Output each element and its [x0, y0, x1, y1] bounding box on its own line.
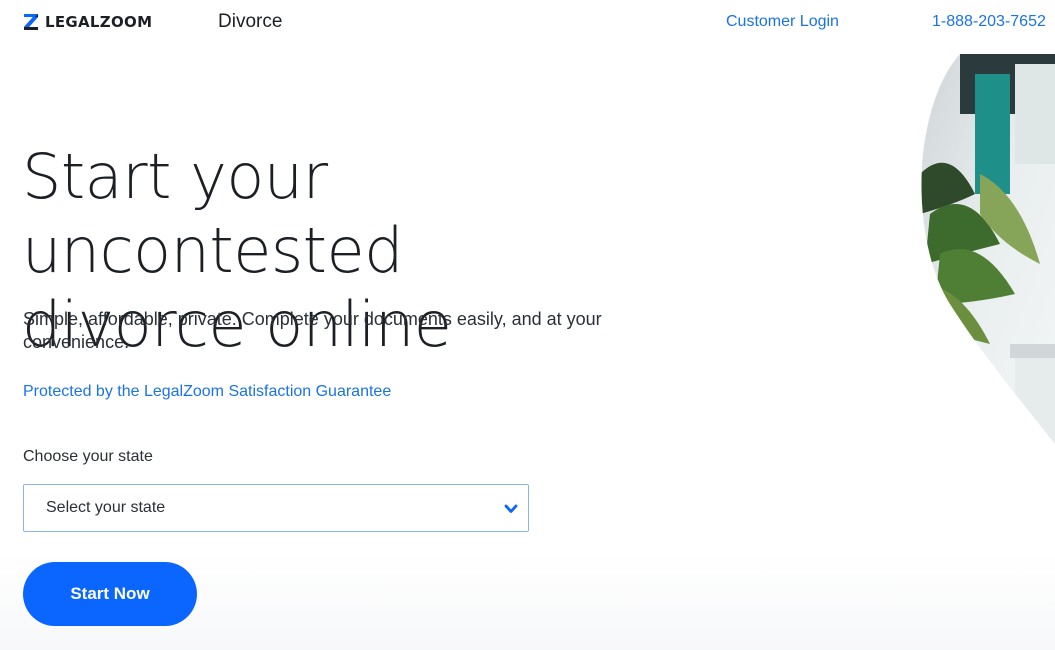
customer-login-link[interactable]: Customer Login — [726, 13, 839, 31]
start-now-button[interactable]: Start Now — [23, 562, 197, 626]
phone-link[interactable]: 1-888-203-7652 — [932, 13, 1046, 31]
legalzoom-logo[interactable]: LEGALZOOM — [23, 13, 152, 31]
chevron-down-icon — [504, 504, 518, 513]
nav-title-divorce[interactable]: Divorce — [218, 11, 282, 33]
site-header: LEGALZOOM Divorce Customer Login 1-888-2… — [0, 0, 1055, 46]
hero-subtitle: Simple, affordable, private. Complete yo… — [23, 309, 602, 352]
state-select-label: Choose your state — [23, 448, 153, 465]
page: LEGALZOOM Divorce Customer Login 1-888-2… — [0, 0, 1055, 650]
hero-photo — [921, 54, 1055, 444]
legalzoom-z-logo-icon — [24, 14, 38, 30]
headline-line-1: Start your uncontested — [22, 140, 403, 287]
state-select[interactable]: Select your state — [23, 484, 529, 532]
state-select-value: Select your state — [46, 499, 166, 516]
satisfaction-guarantee-link[interactable]: Protected by the LegalZoom Satisfaction … — [23, 383, 391, 401]
logo-text: LEGALZOOM — [45, 13, 153, 31]
